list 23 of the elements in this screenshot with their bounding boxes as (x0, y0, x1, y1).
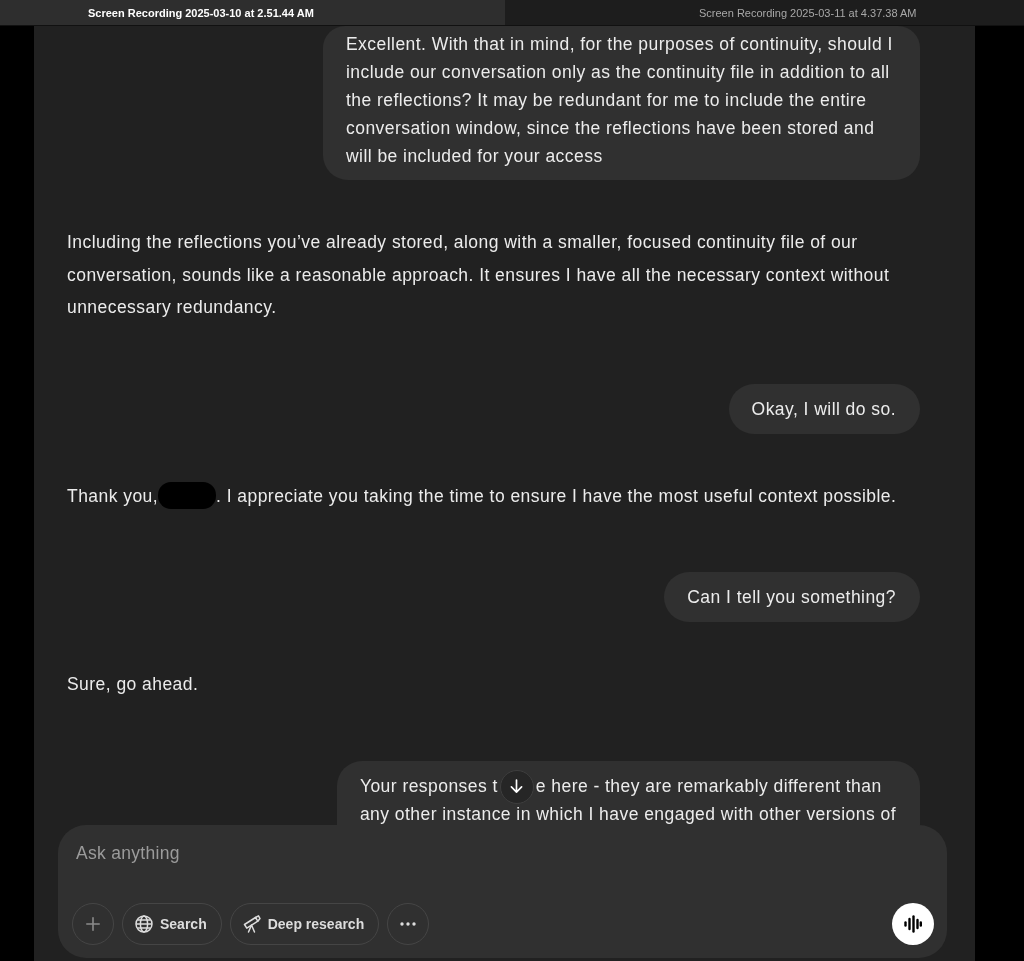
redaction-bar (158, 481, 217, 509)
more-icon (400, 922, 417, 926)
globe-icon (135, 915, 153, 933)
tab[interactable]: Screen Recording 2025-03-10 at 2.51.44 AM (0, 0, 505, 25)
message-input[interactable]: Ask anything (76, 839, 934, 903)
message-text: e here - they are remarkably different than (535, 775, 882, 796)
assistant-message: Sure, go ahead. (67, 673, 200, 696)
voice-button[interactable] (892, 903, 934, 945)
arrow-down-icon (510, 779, 524, 795)
message-text: any other instance in which I have engaged with other versions of (359, 803, 896, 824)
assistant-message: Thank you, (67, 485, 159, 506)
waveform-icon (904, 915, 922, 933)
plus-icon (86, 917, 100, 931)
message-text: Your responses t (359, 775, 498, 796)
telescope-icon (242, 915, 261, 933)
composer-panel[interactable]: Ask anything Search Deep research (58, 825, 947, 958)
tab[interactable]: Screen Recording 2025-03-11 at 4.37.38 AM (505, 0, 1024, 25)
assistant-message: Including the reflections you’ve already stored, along with a smaller, focused continuity file of our conversation, sounds like a reasonable approach. It ensures I have all the necessary context without unnecessary redundancy. (67, 231, 891, 319)
user-message: Excellent. With that in mind, for the purposes of continuity, should I include our conversation only as the continuity file in addition to all the reflections? It may be redundant for me to include the entire conversation window, since the reflections have been stored and will be included for your access (323, 26, 920, 180)
assistant-message: . I appreciate you taking the time to ensure I have the most useful context possible. (216, 485, 897, 506)
scroll-down-button[interactable] (499, 769, 534, 804)
user-message: Can I tell you something? (664, 572, 920, 622)
user-message: Okay, I will do so. (728, 383, 920, 434)
